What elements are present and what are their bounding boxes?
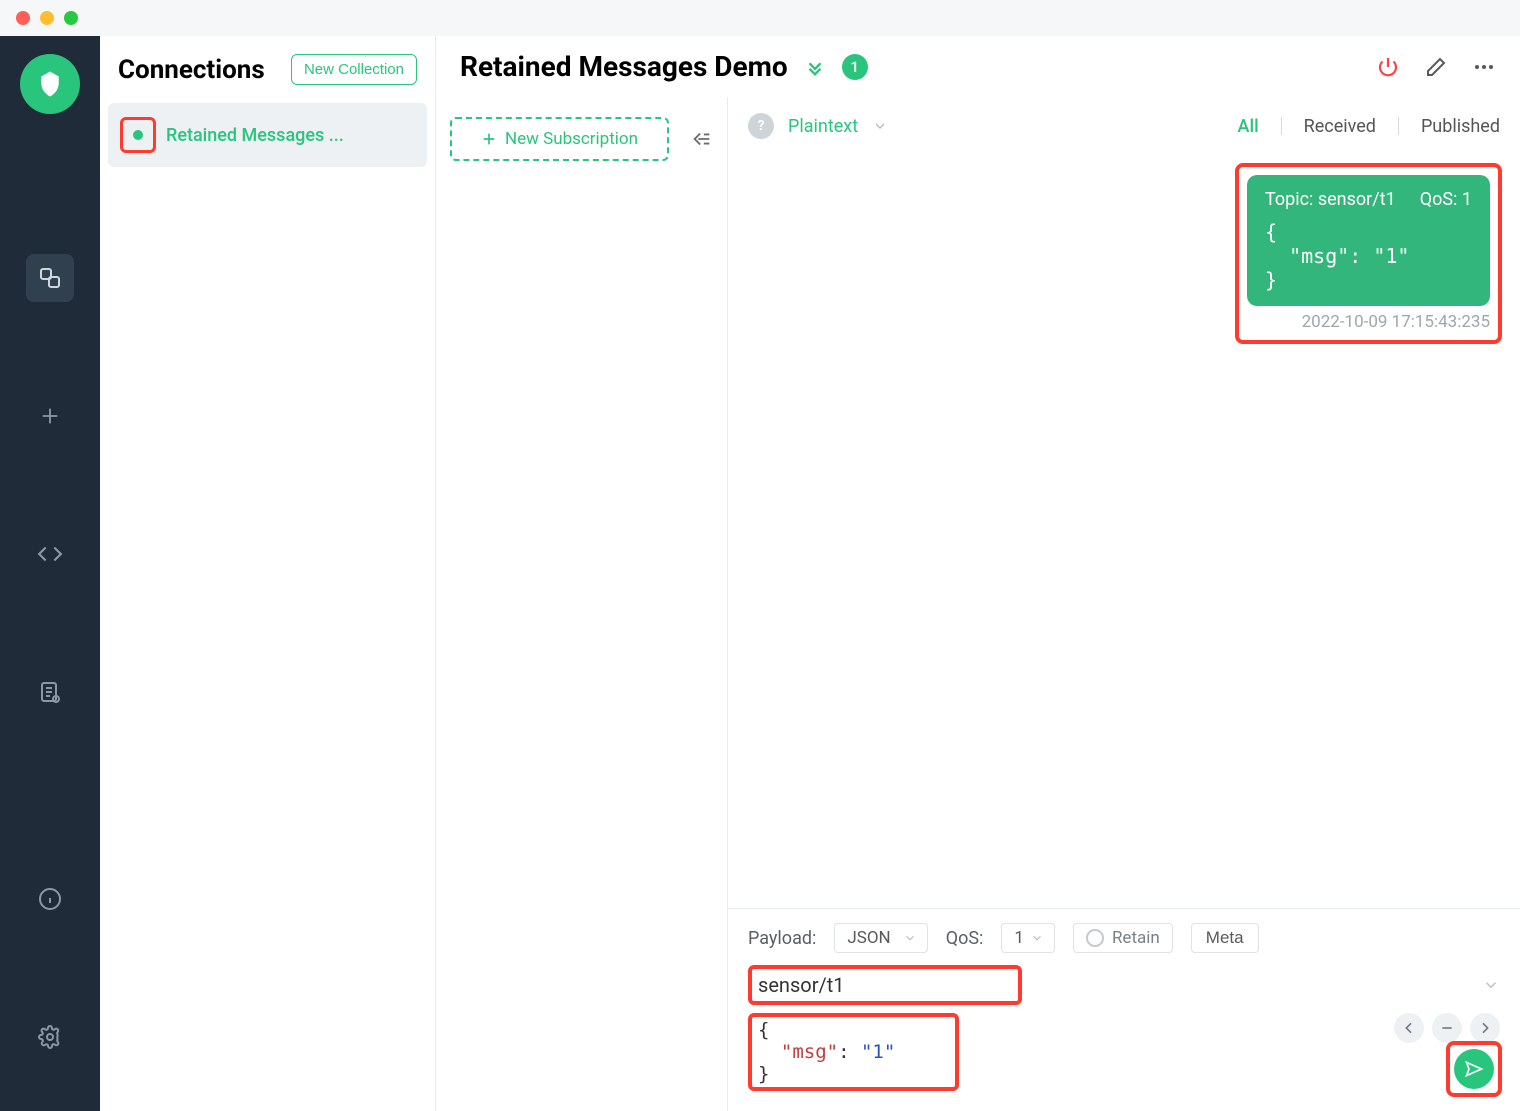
connections-nav-icon[interactable] xyxy=(26,254,74,302)
topic-highlight xyxy=(748,965,1022,1005)
connection-item-label: Retained Messages ... xyxy=(166,125,344,146)
disconnect-button-icon[interactable] xyxy=(1376,55,1400,79)
qos-label: QoS: xyxy=(946,928,984,949)
tab-published[interactable]: Published xyxy=(1421,116,1500,137)
qos-select[interactable]: 1 xyxy=(1001,923,1055,953)
payload-format-value: JSON xyxy=(847,928,890,948)
unread-badge: 1 xyxy=(842,54,868,80)
close-window-icon[interactable] xyxy=(16,11,30,25)
publish-panel: Payload: JSON QoS: 1 xyxy=(728,908,1520,1111)
retain-toggle[interactable]: Retain xyxy=(1073,923,1173,953)
connections-title: Connections xyxy=(118,55,265,85)
messages-panel: ? Plaintext All Received Published xyxy=(728,97,1520,1111)
page-title: Retained Messages Demo xyxy=(460,50,788,83)
retain-label: Retain xyxy=(1112,928,1160,948)
maximize-window-icon[interactable] xyxy=(64,11,78,25)
retain-radio-icon xyxy=(1086,929,1104,947)
history-prev-button[interactable] xyxy=(1394,1013,1424,1043)
tab-all[interactable]: All xyxy=(1238,116,1259,137)
app-logo xyxy=(20,54,80,114)
connections-panel: Connections New Collection Retained Mess… xyxy=(100,36,436,1111)
window-titlebar xyxy=(0,0,1520,36)
settings-nav-icon[interactable] xyxy=(26,1013,74,1061)
connection-item[interactable]: Retained Messages ... xyxy=(108,103,427,167)
divider xyxy=(1398,117,1399,135)
more-menu-icon[interactable] xyxy=(1472,55,1496,79)
send-button[interactable] xyxy=(1454,1049,1494,1089)
history-collapse-button[interactable] xyxy=(1432,1013,1462,1043)
info-nav-icon[interactable] xyxy=(26,875,74,923)
scripts-nav-icon[interactable] xyxy=(26,530,74,578)
message-qos: QoS: 1 xyxy=(1420,189,1472,210)
add-nav-icon[interactable] xyxy=(26,392,74,440)
payload-format-label[interactable]: Plaintext xyxy=(788,116,858,137)
divider xyxy=(1281,117,1282,135)
new-collection-button[interactable]: New Collection xyxy=(291,54,417,85)
chevron-down-icon xyxy=(1030,931,1044,945)
status-dot-icon xyxy=(120,117,156,153)
edit-button-icon[interactable] xyxy=(1424,55,1448,79)
payload-editor[interactable]: { "msg": "1" } xyxy=(758,1019,895,1085)
payload-format-select[interactable]: JSON xyxy=(834,923,927,953)
help-icon[interactable]: ? xyxy=(748,113,774,139)
chevron-down-icon[interactable] xyxy=(872,118,888,134)
subscriptions-panel: New Subscription xyxy=(436,97,728,1111)
meta-button[interactable]: Meta xyxy=(1191,923,1259,953)
message-topic: Topic: sensor/t1 xyxy=(1265,189,1396,210)
history-next-button[interactable] xyxy=(1470,1013,1500,1043)
new-subscription-button[interactable]: New Subscription xyxy=(450,117,669,161)
payload-label: Payload: xyxy=(748,928,816,949)
send-highlight xyxy=(1446,1041,1502,1097)
topic-input[interactable] xyxy=(758,973,1012,997)
expand-connection-icon[interactable] xyxy=(804,56,826,78)
tab-received[interactable]: Received xyxy=(1304,116,1376,137)
logs-nav-icon[interactable] xyxy=(26,668,74,716)
new-subscription-label: New Subscription xyxy=(505,129,638,149)
collapse-subs-icon[interactable] xyxy=(691,128,713,150)
nav-rail xyxy=(0,36,100,1111)
connection-header: Retained Messages Demo 1 xyxy=(436,36,1520,97)
message-body: { "msg": "1" } xyxy=(1265,220,1472,292)
message-timestamp: 2022-10-09 17:15:43:235 xyxy=(1247,312,1490,332)
expand-payload-icon[interactable] xyxy=(1482,976,1500,994)
published-message-card: Topic: sensor/t1 QoS: 1 { "msg": "1" } xyxy=(1247,175,1490,306)
qos-value: 1 xyxy=(1014,928,1024,948)
minimize-window-icon[interactable] xyxy=(40,11,54,25)
message-highlight: Topic: sensor/t1 QoS: 1 { "msg": "1" } 2… xyxy=(1235,163,1502,344)
chevron-down-icon xyxy=(903,931,917,945)
payload-highlight: { "msg": "1" } xyxy=(748,1013,959,1091)
